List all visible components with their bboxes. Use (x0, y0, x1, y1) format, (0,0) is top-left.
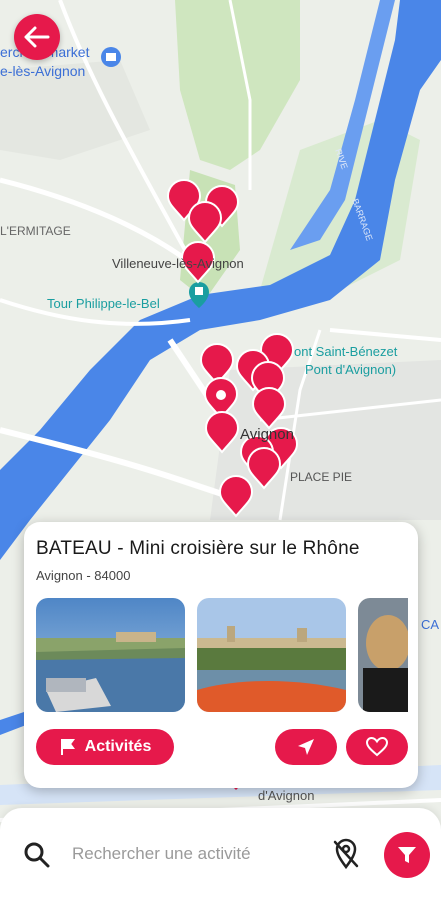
activity-location: Avignon - 84000 (36, 568, 131, 583)
activity-photo[interactable] (197, 598, 346, 712)
search-input[interactable] (70, 838, 304, 870)
flag-icon (60, 739, 75, 755)
map-label-villeneuve: Villeneuve-lès-Avignon (112, 256, 244, 271)
activities-label: Activités (84, 738, 152, 755)
navigate-button[interactable] (275, 729, 337, 765)
search-icon[interactable] (24, 842, 50, 868)
photo-carousel[interactable] (36, 598, 408, 714)
activities-button[interactable]: Activités (36, 729, 174, 765)
map-label-avignon: Avignon (240, 426, 294, 443)
map-label-tour: Tour Philippe-le-Bel (47, 296, 160, 311)
back-arrow-icon (24, 26, 50, 48)
map-label-market-town: e-lès-Avignon (0, 63, 86, 79)
location-off-icon[interactable] (331, 838, 361, 870)
filter-icon (398, 847, 416, 863)
activity-photo[interactable] (36, 598, 185, 712)
activity-photo[interactable] (358, 598, 408, 712)
back-button[interactable] (14, 14, 60, 60)
activity-card[interactable]: BATEAU - Mini croisière sur le Rhône Avi… (24, 522, 418, 788)
activity-title: BATEAU - Mini croisière sur le Rhône (36, 538, 360, 559)
heart-icon (366, 737, 388, 757)
map-label-ermitage: L'ERMITAGE (0, 224, 71, 238)
map-label-place-pie: PLACE PIE (290, 470, 353, 484)
map-label-ca: CA (421, 617, 440, 632)
map-label-pont: ont Saint-Bénezet (294, 344, 398, 359)
navigation-arrow-icon (298, 739, 314, 755)
map-label-bottom: d'Avignon (258, 788, 315, 803)
map-label-pont-2: Pont d'Avignon) (305, 362, 397, 377)
bottom-search-bar (0, 808, 441, 900)
filter-button[interactable] (384, 832, 430, 878)
favorite-button[interactable] (346, 729, 408, 765)
